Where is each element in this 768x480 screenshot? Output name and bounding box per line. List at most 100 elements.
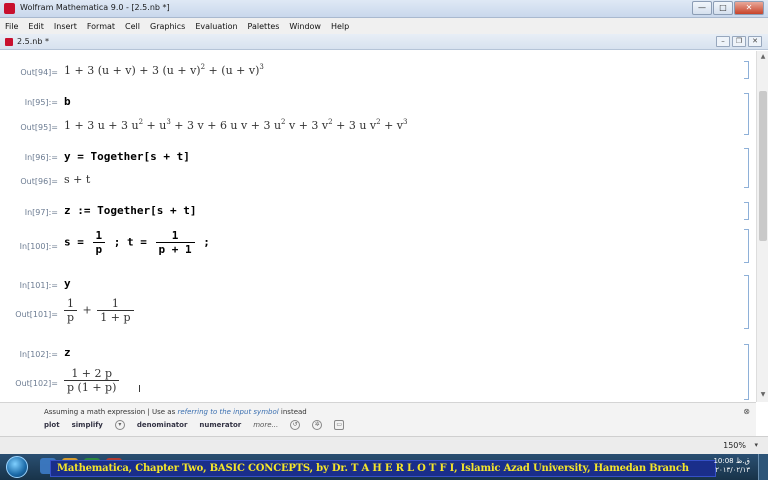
maximize-button[interactable]: □ [713, 1, 733, 15]
lecture-banner: Mathematica, Chapter Two, BASIC CONCEPTS… [50, 460, 716, 477]
menu-window[interactable]: Window [288, 22, 322, 31]
scroll-down-icon[interactable]: ▼ [759, 391, 767, 399]
fraction-denominator: p (1 + p) [64, 380, 120, 394]
feedback-icon[interactable]: ▭ [334, 420, 345, 430]
window-titlebar: Wolfram Mathematica 9.0 - [2.5.nb *] — □… [0, 0, 768, 18]
output-expression-96: s + t [64, 173, 91, 186]
output-expression-101: 1 p + 1 1 + p [62, 297, 136, 324]
cell-label-in96: In[96]:= [24, 153, 58, 162]
input-expression-97[interactable]: z := Together[s + t] [64, 204, 196, 217]
scroll-thumb[interactable] [759, 91, 767, 241]
input-expression-96[interactable]: y = Together[s + t] [64, 150, 190, 163]
notebook-content[interactable]: Out[94]= 1 + 3 (u + v) + 3 (u + v)2 + (u… [0, 51, 756, 402]
suggestion-more-button[interactable]: more... [253, 421, 278, 429]
cell-label-in100: In[100]:= [19, 242, 58, 251]
fraction-1-over-p: 1 p [64, 297, 78, 324]
fraction-1-over-1-plus-p: 1 1 + p [97, 297, 134, 324]
notebook-restore-button[interactable]: ❐ [732, 36, 746, 47]
menu-evaluation[interactable]: Evaluation [194, 22, 238, 31]
output-expression-102: 1 + 2 p p (1 + p) [62, 367, 121, 394]
undo-icon[interactable]: ↺ [290, 420, 301, 430]
suggestion-denominator-button[interactable]: denominator [137, 421, 188, 429]
cell-bracket[interactable] [744, 229, 749, 263]
cell-label-out102: Out[102]= [15, 379, 58, 388]
fraction-numerator: 1 [95, 229, 103, 242]
notebook-title: 2.5.nb * [17, 37, 49, 46]
fraction-1-over-p: 1 p [92, 229, 106, 256]
cell-label-in95: In[95]:= [24, 98, 58, 107]
suggestion-numerator-button[interactable]: numerator [199, 421, 241, 429]
start-button[interactable] [6, 456, 28, 478]
clock-time: 10:08 ق.ظ [713, 457, 750, 465]
suggestions-close-icon[interactable]: ⊗ [743, 407, 750, 416]
cell-bracket[interactable] [744, 148, 749, 188]
menu-graphics[interactable]: Graphics [149, 22, 186, 31]
input-expression-100[interactable]: s = 1 p ; t = 1 p + 1 ; [64, 229, 210, 256]
input-expression-101[interactable]: y [64, 277, 71, 290]
menu-palettes[interactable]: Palettes [247, 22, 281, 31]
fraction-denominator: p [64, 310, 78, 324]
minimize-button[interactable]: — [692, 1, 712, 15]
settings-gear-icon[interactable]: ✲ [312, 420, 323, 430]
cell-label-in97: In[97]:= [24, 208, 58, 217]
menu-help[interactable]: Help [330, 22, 350, 31]
cell-bracket[interactable] [744, 202, 749, 220]
cell-bracket[interactable] [744, 275, 749, 329]
menu-insert[interactable]: Insert [53, 22, 78, 31]
cell-label-out95: Out[95]= [20, 123, 58, 132]
fraction-denominator: p [92, 242, 106, 256]
cell-label-in101: In[101]:= [19, 281, 58, 290]
plus-operator: + [82, 303, 92, 317]
input-t-assignment: ; t = [113, 235, 147, 249]
simplify-dropdown-icon[interactable]: ▾ [114, 420, 125, 430]
mathematica-logo-icon [4, 3, 15, 14]
menu-format[interactable]: Format [86, 22, 116, 31]
notebook-close-button[interactable]: ✕ [748, 36, 762, 47]
fraction-numerator: 1 [171, 229, 179, 242]
menu-file[interactable]: File [4, 22, 19, 31]
zoom-level[interactable]: 150% [723, 441, 746, 450]
text-cursor-icon: I [138, 384, 141, 395]
fraction-numerator: 1 [111, 297, 119, 310]
suggestions-suffix: instead [278, 408, 307, 416]
output-expression-95: 1 + 3 u + 3 u2 + u3 + 3 v + 6 u v + 3 u2… [64, 118, 408, 132]
suggestions-bar: Assuming a math expression | Use as refe… [0, 402, 756, 436]
input-s-assignment: s = [64, 235, 84, 249]
output-expression-94: 1 + 3 (u + v) + 3 (u + v)2 + (u + v)3 [64, 63, 264, 77]
menu-edit[interactable]: Edit [27, 22, 45, 31]
clock-date: ۲۰۱۳/۰۲/۱۳ [715, 466, 750, 474]
input-expression-102[interactable]: z [64, 346, 71, 359]
scroll-up-icon[interactable]: ▲ [759, 53, 767, 61]
menu-bar: File Edit Insert Format Cell Graphics Ev… [0, 18, 768, 34]
notebook-minimize-button[interactable]: – [716, 36, 730, 47]
status-bar: 150% ▾ [0, 436, 768, 454]
cell-bracket[interactable] [744, 344, 749, 400]
cell-bracket[interactable] [744, 93, 749, 135]
cell-label-out94: Out[94]= [20, 68, 58, 77]
fraction-1-over-p-plus-1: 1 p + 1 [155, 229, 195, 256]
zoom-dropdown-icon[interactable]: ▾ [754, 441, 758, 449]
cell-bracket[interactable] [744, 61, 749, 79]
menu-cell[interactable]: Cell [124, 22, 141, 31]
system-clock[interactable]: 10:08 ق.ظ ۲۰۱۳/۰۲/۱۳ [713, 457, 750, 475]
window-title: Wolfram Mathematica 9.0 - [2.5.nb *] [20, 3, 170, 12]
close-button[interactable]: ✕ [734, 1, 764, 15]
fraction-numerator: 1 + 2 p [71, 367, 113, 380]
fraction-result: 1 + 2 p p (1 + p) [64, 367, 120, 394]
suggestion-simplify-button[interactable]: simplify [72, 421, 103, 429]
suggestions-prefix: Assuming a math expression | Use as [44, 408, 178, 416]
fraction-denominator: 1 + p [97, 310, 134, 324]
notebook-titlebar: 2.5.nb * – ❐ ✕ [0, 34, 768, 50]
fraction-denominator: p + 1 [155, 242, 195, 256]
vertical-scrollbar[interactable]: ▲ ▼ [756, 51, 768, 402]
cell-label-out101: Out[101]= [15, 310, 58, 319]
suggestions-message: Assuming a math expression | Use as refe… [44, 408, 307, 416]
suggestion-plot-button[interactable]: plot [44, 421, 60, 429]
suggestions-alternative-link[interactable]: referring to the input symbol [177, 408, 278, 416]
fraction-numerator: 1 [67, 297, 75, 310]
input-semicolon: ; [203, 235, 210, 249]
input-expression-95[interactable]: b [64, 95, 71, 108]
cell-label-in102: In[102]:= [19, 350, 58, 359]
show-desktop-button[interactable] [758, 454, 768, 480]
cell-label-out96: Out[96]= [20, 177, 58, 186]
